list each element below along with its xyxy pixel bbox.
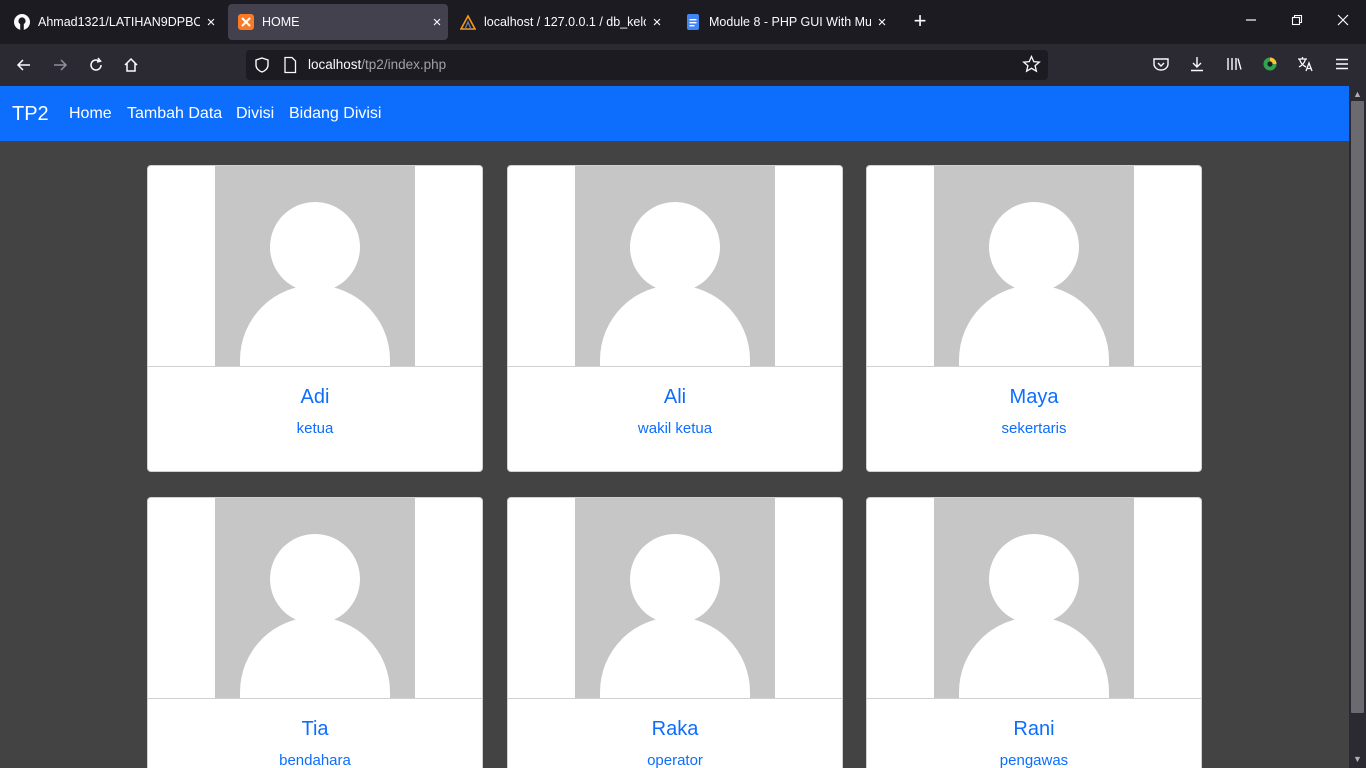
member-name: Raka <box>651 718 699 740</box>
minimize-icon[interactable] <box>1239 10 1263 34</box>
member-name: Adi <box>300 386 330 408</box>
page-icon <box>282 56 298 79</box>
nav-link-divisi[interactable]: Divisi <box>236 105 274 123</box>
card-body: Adi ketua <box>148 366 482 471</box>
member-name: Tia <box>301 718 329 740</box>
member-role: ketua <box>296 420 334 437</box>
bookmark-star-icon[interactable] <box>1022 54 1041 79</box>
card-body: Rani pengawas <box>867 698 1201 768</box>
member-card[interactable]: Maya sekertaris <box>866 165 1202 472</box>
close-window-icon[interactable] <box>1331 10 1355 34</box>
tab-title: Module 8 - PHP GUI With Multiple <box>709 15 871 29</box>
tab-github[interactable]: Ahmad1321/LATIHAN9DPBO2022 × <box>4 4 222 40</box>
card-body: Maya sekertaris <box>867 366 1201 471</box>
menu-icon[interactable] <box>1333 55 1351 78</box>
pocket-icon[interactable] <box>1152 55 1170 78</box>
scroll-up-icon[interactable]: ▲ <box>1349 87 1366 102</box>
site-navbar: TP2 Home Tambah Data Divisi Bidang Divis… <box>0 86 1349 141</box>
url-host: localhost <box>308 57 362 72</box>
member-role: bendahara <box>279 752 351 768</box>
avatar-placeholder <box>934 166 1134 366</box>
avatar-placeholder <box>934 498 1134 698</box>
member-role: operator <box>647 752 703 768</box>
xampp-icon <box>238 14 254 30</box>
reload-icon[interactable] <box>83 52 109 78</box>
docs-icon <box>685 14 701 30</box>
url-path: /tp2/index.php <box>361 57 447 72</box>
avatar-placeholder <box>575 166 775 366</box>
close-tab-icon[interactable]: × <box>426 14 448 31</box>
member-name: Rani <box>1013 718 1055 740</box>
member-name: Ali <box>663 386 687 408</box>
scroll-down-icon[interactable]: ▼ <box>1349 752 1366 767</box>
tab-title: localhost / 127.0.0.1 / db_kelompok <box>484 15 646 29</box>
nav-link-home[interactable]: Home <box>69 105 112 123</box>
github-icon <box>14 14 30 30</box>
tab-title: HOME <box>262 15 300 29</box>
back-icon[interactable] <box>11 52 37 78</box>
tab-phpmyadmin[interactable]: localhost / 127.0.0.1 / db_kelompok × <box>450 4 668 40</box>
extension-icon[interactable] <box>1261 55 1279 78</box>
scrollbar-thumb[interactable] <box>1351 101 1364 713</box>
tab-title: Ahmad1321/LATIHAN9DPBO2022 <box>38 15 200 29</box>
forward-icon[interactable] <box>47 52 73 78</box>
library-icon[interactable] <box>1225 55 1243 78</box>
tab-home[interactable]: HOME × <box>228 4 448 40</box>
member-role: sekertaris <box>1001 420 1067 437</box>
phpmyadmin-icon <box>460 14 476 30</box>
member-card[interactable]: Adi ketua <box>147 165 483 472</box>
tab-strip: Ahmad1321/LATIHAN9DPBO2022 × HOME × loca… <box>0 0 1366 44</box>
member-card[interactable]: Rani pengawas <box>866 497 1202 768</box>
tab-module8[interactable]: Module 8 - PHP GUI With Multiple × <box>675 4 893 40</box>
member-role: wakil ketua <box>637 420 713 437</box>
close-tab-icon[interactable]: × <box>871 14 893 31</box>
member-role: pengawas <box>999 752 1069 768</box>
url-text[interactable]: localhost/tp2/index.php <box>308 57 446 72</box>
member-name: Maya <box>1009 386 1059 408</box>
restore-icon[interactable] <box>1285 10 1309 34</box>
new-tab-button[interactable]: + <box>908 10 932 34</box>
translate-icon[interactable] <box>1296 55 1314 78</box>
avatar-placeholder <box>215 166 415 366</box>
download-icon[interactable] <box>1188 55 1206 78</box>
brand-link[interactable]: TP2 <box>12 103 49 126</box>
home-icon[interactable] <box>118 52 144 78</box>
card-body: Raka operator <box>508 698 842 768</box>
shield-icon[interactable] <box>253 56 271 79</box>
card-body: Tia bendahara <box>148 698 482 768</box>
member-card[interactable]: Tia bendahara <box>147 497 483 768</box>
nav-link-bidang-divisi[interactable]: Bidang Divisi <box>289 105 381 123</box>
nav-link-tambah-data[interactable]: Tambah Data <box>127 105 222 123</box>
close-tab-icon[interactable]: × <box>646 14 668 31</box>
member-card[interactable]: Raka operator <box>507 497 843 768</box>
close-tab-icon[interactable]: × <box>200 14 222 31</box>
avatar-placeholder <box>575 498 775 698</box>
member-card[interactable]: Ali wakil ketua <box>507 165 843 472</box>
web-page: TP2 Home Tambah Data Divisi Bidang Divis… <box>0 86 1349 768</box>
avatar-placeholder <box>215 498 415 698</box>
card-body: Ali wakil ketua <box>508 366 842 471</box>
